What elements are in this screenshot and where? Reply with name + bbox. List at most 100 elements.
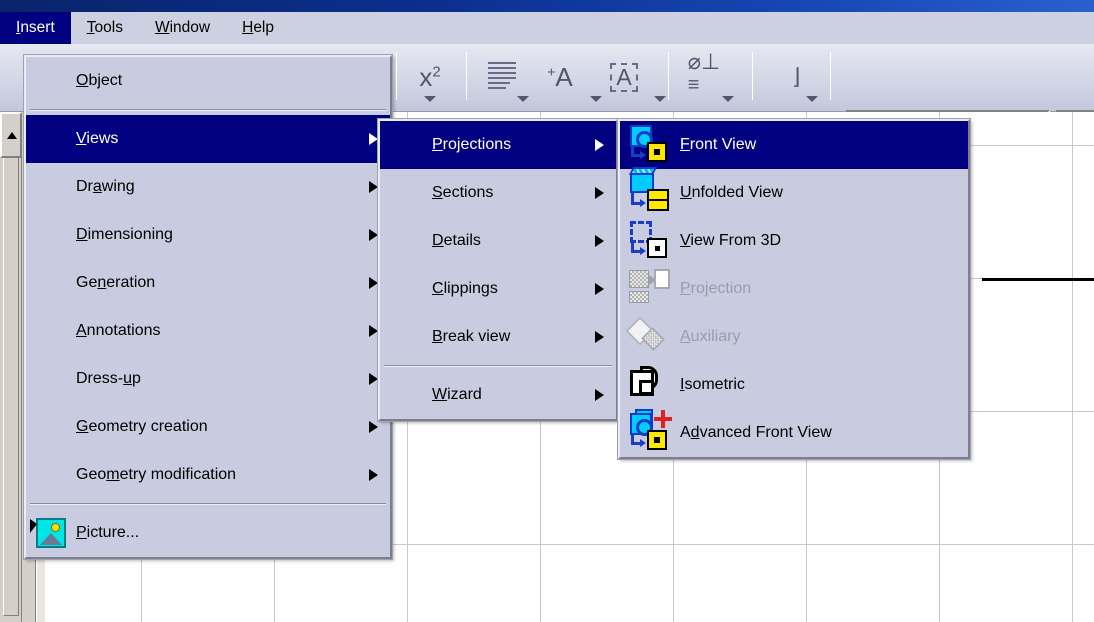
menu-item-label: Wizard [432, 386, 482, 403]
menu-item-dimensioning[interactable]: Dimensioning [26, 211, 390, 259]
views-submenu: Projections Sections Details Clippings B… [377, 118, 619, 422]
superscript-button[interactable]: x2 [404, 52, 456, 102]
menu-item-label: Sections [432, 184, 494, 201]
chevron-right-icon [595, 235, 604, 247]
menubar-item-tools[interactable]: Tools [71, 12, 139, 44]
menu-item-break-view[interactable]: Break view [380, 313, 616, 361]
add-text-button[interactable]: +A [534, 52, 586, 102]
menu-item-label: Auxiliary [680, 328, 741, 345]
menu-item-label: Break view [432, 328, 511, 345]
datum-feature-caret-icon[interactable] [722, 96, 734, 102]
application-window: Insert Tools Window Help x2 +A A ⌀⊥ ≡ ⌋ … [0, 0, 1094, 622]
menu-item-projection[interactable]: Projection [620, 265, 968, 313]
chevron-right-icon [369, 469, 378, 481]
menu-item-picture[interactable]: Picture... [26, 509, 390, 557]
superscript-caret-icon[interactable] [424, 96, 436, 102]
menu-item-label: View From 3D [680, 232, 782, 249]
menu-item-label: Dimensioning [76, 226, 173, 243]
menu-separator [384, 365, 612, 367]
menu-item-object[interactable]: Object [26, 57, 390, 105]
toolbar-separator [466, 52, 467, 100]
menu-item-dress-up[interactable]: Dress-up [26, 355, 390, 403]
datum-feature-icon: ⌀⊥ ≡ [687, 49, 721, 96]
picture-icon [36, 518, 66, 548]
add-text-icon: +A [547, 62, 573, 92]
isometric-icon [628, 365, 674, 405]
insert-menu: Object Views Drawing Dimensioning Genera… [23, 54, 393, 560]
menu-item-geometry-creation[interactable]: Geometry creation [26, 403, 390, 451]
chevron-right-icon [369, 133, 378, 145]
projection-icon [628, 269, 674, 309]
menu-item-clippings[interactable]: Clippings [380, 265, 616, 313]
chevron-right-icon [369, 373, 378, 385]
menu-item-label: Projection [680, 280, 752, 297]
text-frame-icon: A [610, 62, 638, 92]
menu-item-label: Details [432, 232, 481, 249]
menu-item-generation[interactable]: Generation [26, 259, 390, 307]
menu-item-annotations[interactable]: Annotations [26, 307, 390, 355]
menubar-item-window[interactable]: Window [139, 12, 226, 44]
view-from-3d-icon [628, 221, 674, 261]
menu-item-label: Generation [76, 274, 156, 291]
left-dock-inner [3, 114, 19, 616]
menu-item-label: Drawing [76, 178, 135, 195]
menu-item-wizard[interactable]: Wizard [380, 371, 616, 419]
menu-item-geometry-modification[interactable]: Geometry modification [26, 451, 390, 499]
superscript-icon: x2 [419, 62, 441, 92]
menu-item-label: Dress-up [76, 370, 141, 387]
chevron-right-icon [595, 389, 604, 401]
menu-item-label: Views [76, 130, 119, 147]
cursor-icon [30, 519, 37, 533]
unfolded-view-icon [628, 167, 674, 213]
menu-item-drawing[interactable]: Drawing [26, 163, 390, 211]
chevron-right-icon [595, 331, 604, 343]
menu-item-label: Geometry creation [76, 418, 208, 435]
menu-item-label: Unfolded View [680, 184, 783, 201]
menu-item-label: Annotations [76, 322, 161, 339]
chevron-right-icon [595, 139, 604, 151]
menu-item-label: Picture... [76, 524, 140, 541]
advanced-front-view-icon [628, 409, 674, 453]
text-align-button[interactable] [476, 52, 528, 102]
menu-item-label: Geometry modification [76, 466, 237, 483]
chevron-right-icon [595, 283, 604, 295]
text-frame-caret-icon[interactable] [654, 96, 666, 102]
menu-item-view-from-3d[interactable]: View From 3D [620, 217, 968, 265]
left-dock-panel [0, 112, 22, 622]
menu-item-label: Object [76, 72, 123, 89]
menu-item-isometric[interactable]: Isometric [620, 361, 968, 409]
menu-item-unfolded-view[interactable]: Unfolded View [620, 167, 968, 217]
chevron-right-icon [369, 277, 378, 289]
menu-item-label: Projections [432, 136, 512, 153]
roughness-icon: ⌋ [791, 64, 801, 90]
menubar-item-insert[interactable]: Insert [0, 12, 71, 44]
menu-item-details[interactable]: Details [380, 217, 616, 265]
text-align-caret-icon[interactable] [517, 96, 529, 102]
menu-item-label: Advanced Front View [680, 424, 832, 441]
auxiliary-icon [625, 316, 674, 357]
projections-submenu: Front View Unfolded View View From 3D Pr… [617, 118, 971, 460]
menu-item-label: Isometric [680, 376, 745, 393]
toolbar-separator [830, 52, 831, 100]
toolbar-separator [752, 52, 753, 100]
datum-feature-button[interactable]: ⌀⊥ ≡ [678, 48, 730, 98]
menu-item-advanced-front-view[interactable]: Advanced Front View [620, 409, 968, 457]
menu-item-label: Front View [680, 136, 757, 153]
front-view-icon [628, 121, 674, 165]
menu-item-projections[interactable]: Projections [380, 121, 616, 169]
menu-item-auxiliary[interactable]: Auxiliary [620, 313, 968, 361]
left-dock-scroll-button[interactable] [0, 112, 22, 158]
drawing-line [982, 278, 1094, 281]
title-bar [0, 0, 1094, 12]
align-lines-icon [488, 62, 516, 92]
menubar-item-help[interactable]: Help [226, 12, 290, 44]
roughness-caret-icon[interactable] [806, 96, 818, 102]
chevron-right-icon [369, 229, 378, 241]
menu-item-label: Clippings [432, 280, 498, 297]
menu-item-front-view[interactable]: Front View [620, 121, 968, 169]
menu-bar: Insert Tools Window Help [0, 12, 1094, 44]
menu-item-views[interactable]: Views [26, 115, 390, 163]
menu-item-sections[interactable]: Sections [380, 169, 616, 217]
toolbar-separator [396, 52, 397, 100]
text-frame-button[interactable]: A [598, 52, 650, 102]
